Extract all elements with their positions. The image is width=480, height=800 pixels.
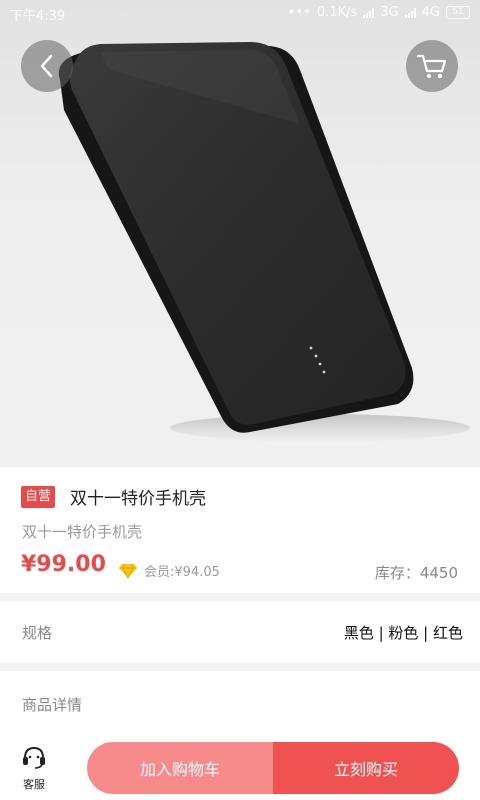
spec-value: 黑色 | 粉色 | 红色 (343, 624, 463, 642)
service-label: 客服 (23, 778, 45, 791)
network-4g: 4G (421, 5, 440, 20)
network-speed: 0.1K/s (316, 5, 358, 20)
details-label: 商品详情 (22, 696, 83, 714)
product-title: 双十一特价手机壳 (70, 489, 206, 509)
product-image[interactable]: 下午4:39 ••• 0.1K/s 3G 4G 51 (0, 0, 480, 467)
action-buttons: 加入购物车 立刻购买 (87, 742, 459, 794)
bottom-action-bar: 客服 加入购物车 立刻购买 (0, 734, 480, 800)
section-divider (0, 663, 480, 671)
headset-icon (23, 746, 45, 769)
signal-icon (363, 7, 375, 18)
battery-icon: 51 (446, 6, 470, 19)
section-divider (0, 593, 480, 601)
buy-now-button[interactable]: 立刻购买 (273, 742, 459, 794)
chevron-left-icon (40, 54, 53, 78)
stock-count: 库存：4450 (374, 564, 458, 582)
product-detail-page: 下午4:39 ••• 0.1K/s 3G 4G 51 自营 双十一特价手机壳 双… (0, 0, 480, 800)
back-button[interactable] (21, 40, 73, 92)
status-right: ••• 0.1K/s 3G 4G 51 (288, 5, 470, 20)
signal-icon (404, 7, 416, 18)
status-time: 下午4:39 (10, 9, 66, 24)
member-price-text: 会员:¥94.05 (144, 565, 220, 580)
product-price: ¥99.00 (21, 552, 106, 577)
cart-button[interactable] (406, 40, 458, 92)
add-to-cart-button[interactable]: 加入购物车 (87, 742, 273, 794)
member-price: 会员:¥94.05 (118, 561, 220, 580)
network-3g: 3G (380, 5, 399, 20)
spec-label: 规格 (22, 624, 53, 642)
product-subtitle: 双十一特价手机壳 (22, 523, 143, 541)
status-bar: 下午4:39 ••• 0.1K/s 3G 4G 51 (0, 0, 480, 28)
spec-row[interactable]: 规格 黑色 | 粉色 | 红色 (0, 601, 480, 663)
customer-service-button[interactable]: 客服 (11, 744, 57, 792)
self-operated-badge: 自营 (21, 486, 56, 508)
product-info: 自营 双十一特价手机壳 双十一特价手机壳 ¥99.00 会员:¥94.05 库存… (0, 467, 480, 593)
diamond-icon (119, 563, 137, 579)
status-dots: ••• (287, 5, 311, 20)
shopping-cart-icon (416, 54, 447, 79)
